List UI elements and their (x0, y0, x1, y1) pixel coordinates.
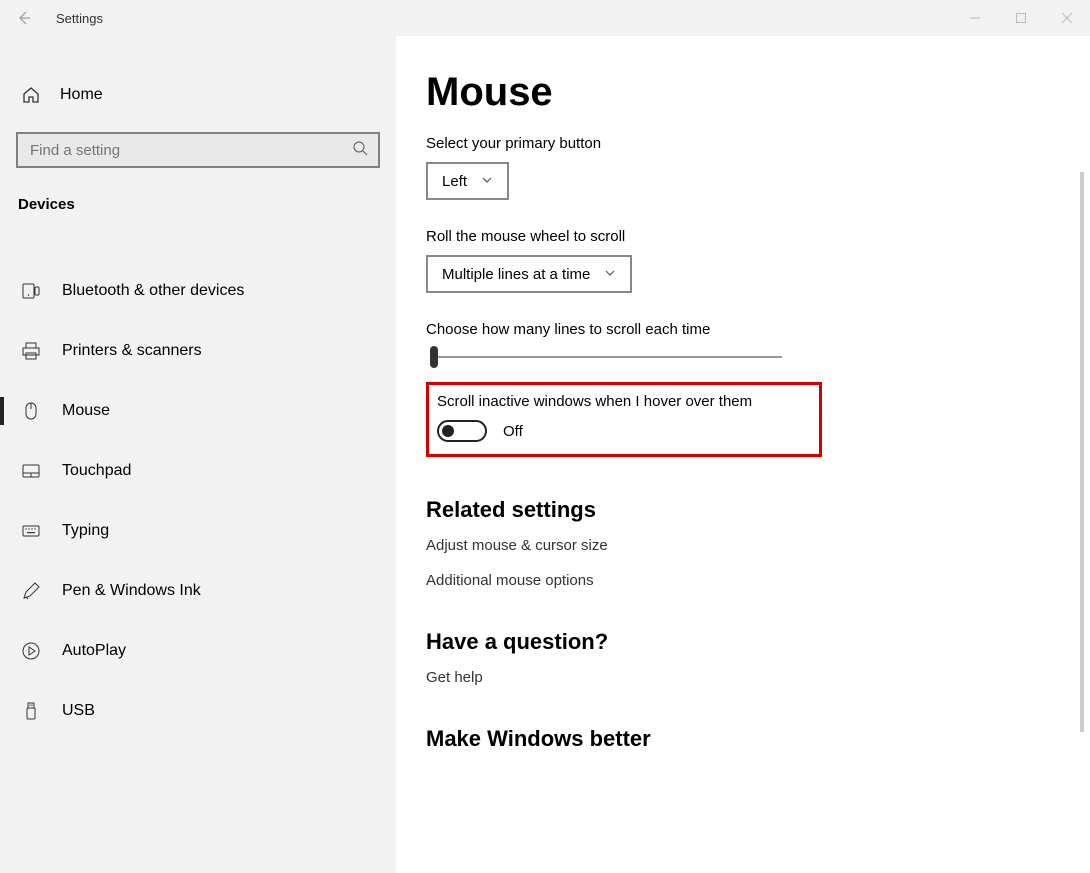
sidebar-item-autoplay[interactable]: AutoPlay (0, 621, 396, 681)
home-nav[interactable]: Home (0, 76, 396, 114)
sidebar-item-usb[interactable]: USB (0, 681, 396, 741)
window-controls (952, 0, 1090, 36)
maximize-icon (1015, 12, 1027, 24)
primary-button-label: Select your primary button (426, 135, 1060, 152)
improve-heading: Make Windows better (426, 726, 1060, 752)
roll-wheel-value: Multiple lines at a time (442, 266, 590, 283)
scroll-inactive-toggle[interactable] (437, 420, 487, 442)
search-icon (352, 140, 368, 160)
chevron-down-icon (481, 173, 493, 190)
sidebar-section-title: Devices (0, 188, 396, 227)
lines-scroll-slider[interactable] (432, 356, 782, 358)
sidebar-item-mouse[interactable]: Mouse (0, 381, 396, 441)
sidebar-item-bluetooth[interactable]: Bluetooth & other devices (0, 261, 396, 321)
pen-icon (20, 581, 42, 601)
primary-button-value: Left (442, 173, 467, 190)
sidebar-item-touchpad[interactable]: Touchpad (0, 441, 396, 501)
scroll-inactive-label: Scroll inactive windows when I hover ove… (437, 393, 805, 410)
sidebar-item-label: Typing (62, 522, 109, 540)
sidebar-item-pen[interactable]: Pen & Windows Ink (0, 561, 396, 621)
sidebar-item-label: Touchpad (62, 462, 131, 480)
back-button[interactable] (0, 0, 48, 36)
sidebar-item-label: USB (62, 702, 95, 720)
close-icon (1061, 12, 1073, 24)
primary-button-dropdown[interactable]: Left (426, 162, 509, 200)
scroll-inactive-value: Off (503, 423, 523, 440)
mouse-icon (20, 401, 42, 421)
minimize-icon (969, 12, 981, 24)
sidebar: Home Devices Bluetooth & other devices (0, 36, 396, 873)
autoplay-icon (20, 641, 42, 661)
page-title: Mouse (426, 70, 1060, 115)
slider-thumb[interactable] (430, 346, 438, 368)
roll-wheel-label: Roll the mouse wheel to scroll (426, 228, 1060, 245)
chevron-down-icon (604, 266, 616, 283)
scrollbar[interactable] (1080, 172, 1084, 732)
back-arrow-icon (16, 10, 32, 26)
close-button[interactable] (1044, 0, 1090, 36)
home-icon (20, 86, 42, 104)
sidebar-item-label: Printers & scanners (62, 342, 202, 360)
search-input[interactable] (16, 132, 380, 168)
link-get-help[interactable]: Get help (426, 669, 1060, 686)
question-heading: Have a question? (426, 629, 1060, 655)
home-label: Home (60, 86, 103, 104)
roll-wheel-dropdown[interactable]: Multiple lines at a time (426, 255, 632, 293)
title-bar: Settings (0, 0, 1090, 36)
bluetooth-devices-icon (20, 281, 42, 301)
content-area: Mouse Select your primary button Left Ro… (396, 36, 1090, 873)
app-title: Settings (56, 11, 103, 26)
sidebar-item-label: Bluetooth & other devices (62, 282, 244, 300)
touchpad-icon (20, 461, 42, 481)
keyboard-icon (20, 521, 42, 541)
toggle-knob (442, 425, 454, 437)
link-additional-mouse-options[interactable]: Additional mouse options (426, 572, 1060, 589)
sidebar-item-label: Mouse (62, 402, 110, 420)
sidebar-nav: Bluetooth & other devices Printers & sca… (0, 261, 396, 741)
search-box[interactable] (16, 132, 380, 168)
printer-icon (20, 341, 42, 361)
related-settings-heading: Related settings (426, 497, 1060, 523)
highlight-annotation: Scroll inactive windows when I hover ove… (426, 382, 822, 457)
sidebar-item-label: Pen & Windows Ink (62, 582, 201, 600)
usb-icon (20, 701, 42, 721)
minimize-button[interactable] (952, 0, 998, 36)
lines-scroll-label: Choose how many lines to scroll each tim… (426, 321, 1060, 338)
sidebar-item-typing[interactable]: Typing (0, 501, 396, 561)
sidebar-item-printers[interactable]: Printers & scanners (0, 321, 396, 381)
link-adjust-mouse-cursor[interactable]: Adjust mouse & cursor size (426, 537, 1060, 554)
sidebar-item-label: AutoPlay (62, 642, 126, 660)
maximize-button[interactable] (998, 0, 1044, 36)
